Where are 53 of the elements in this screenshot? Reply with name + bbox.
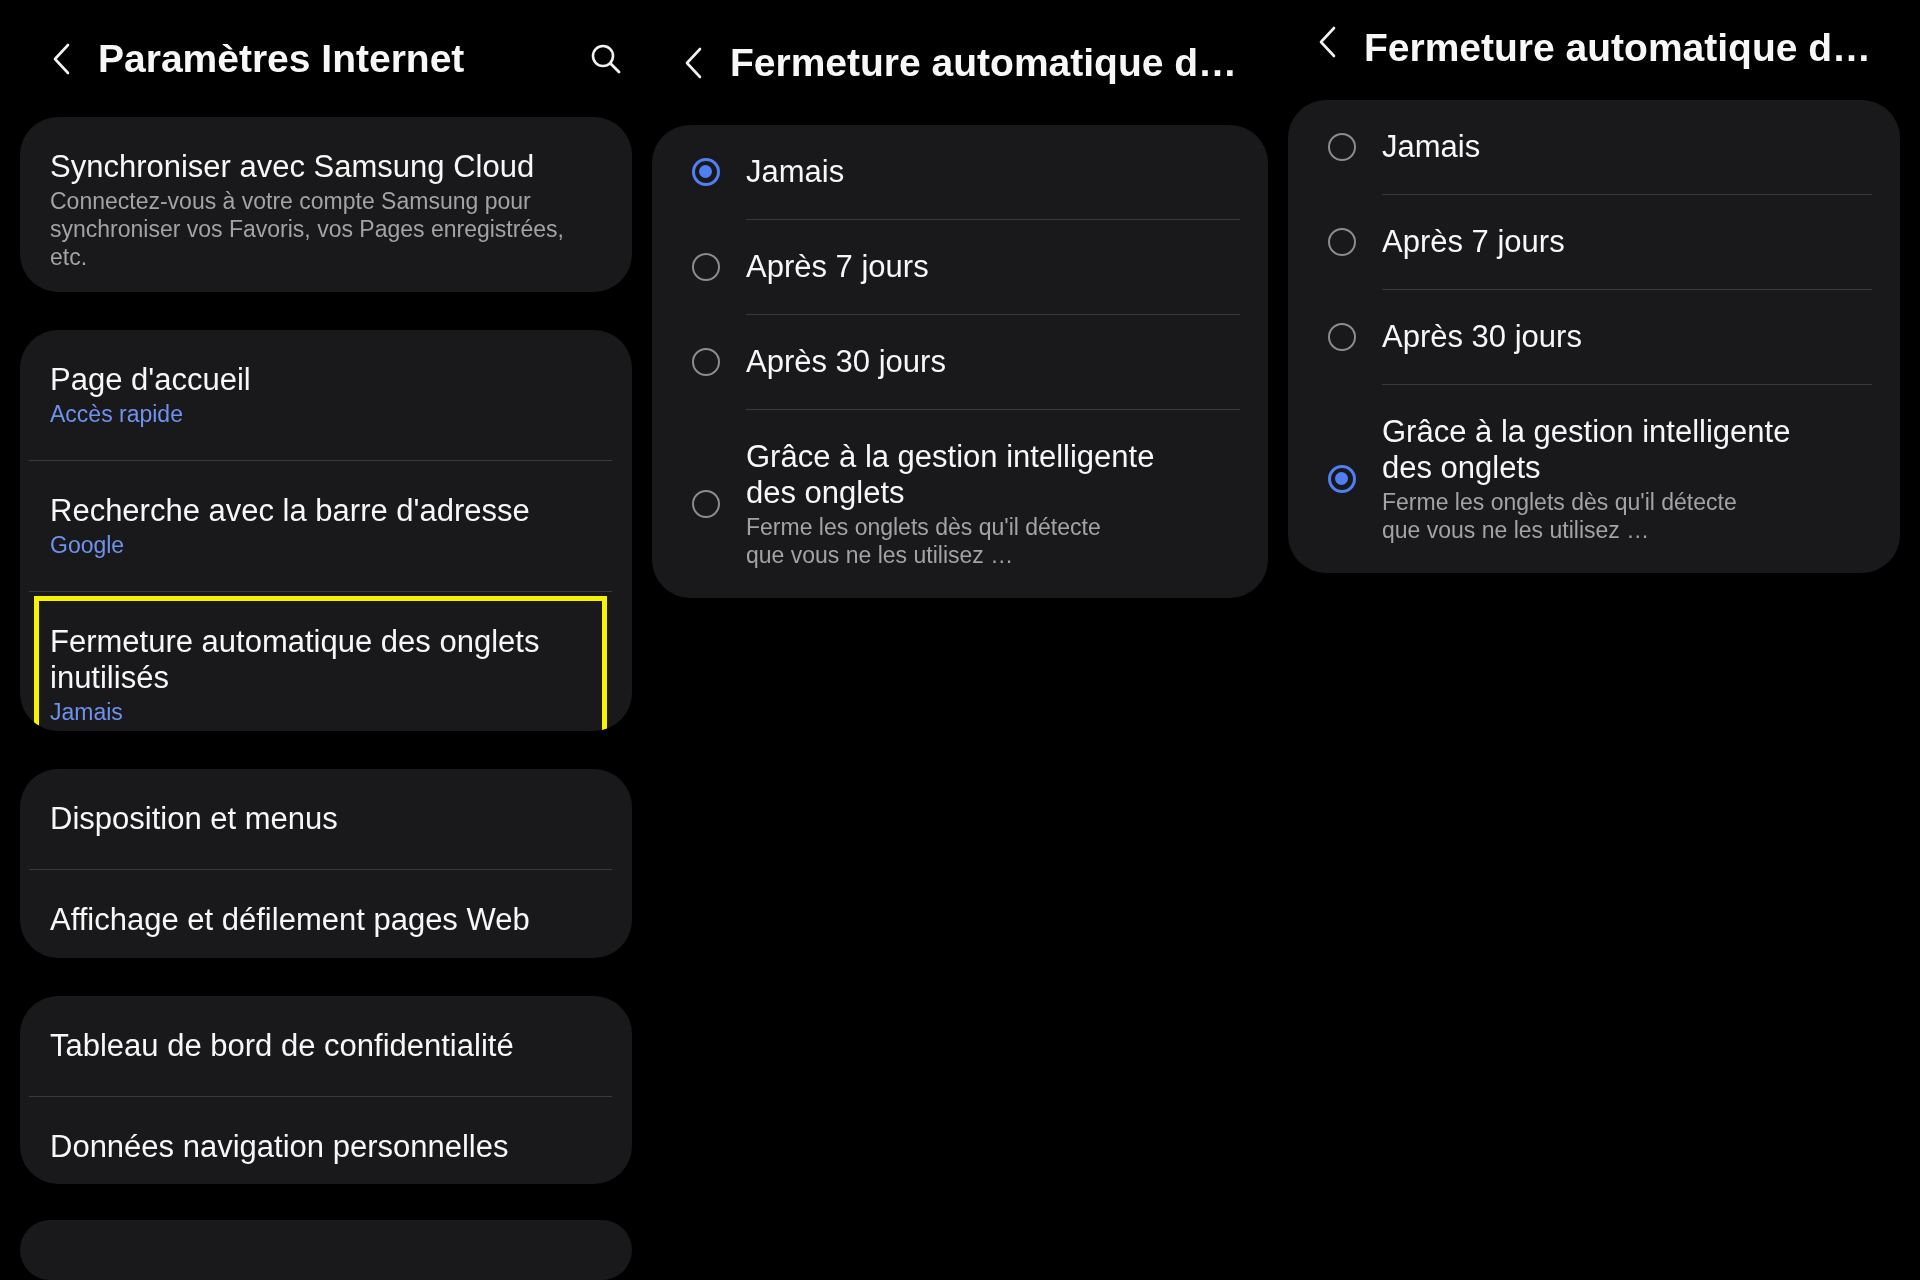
radio-button[interactable]	[692, 489, 720, 518]
option-label: Après 7 jours	[746, 249, 930, 285]
item-title: Données navigation personnelles	[50, 1128, 510, 1165]
radio-button[interactable]	[1328, 133, 1356, 161]
screen-title: Paramètres Internet	[98, 36, 466, 81]
option-item[interactable]: Jamais	[652, 125, 1268, 219]
option-item[interactable]: Après 7 jours	[1288, 194, 1900, 289]
option-item[interactable]: Grâce à la gestion intelligente des onglets Ferme les onglets dès qu'il détecte que vous ne les utilisez …	[1288, 384, 1900, 573]
radio-button[interactable]	[692, 252, 720, 281]
item-title: Synchroniser avec Samsung Cloud	[50, 149, 536, 186]
option-label: Jamais	[746, 154, 846, 190]
item-title: Recherche avec la barre d'adresse	[50, 492, 531, 529]
back-icon[interactable]	[684, 46, 704, 79]
item-value: Jamais	[50, 697, 124, 726]
search-icon[interactable]	[590, 42, 622, 75]
settings-item[interactable]: Synchroniser avec Samsung Cloud Connectez-vous à votre compte Samsung pour synchroniser vos Favoris, vos Pages enregistrées, etc.	[29, 117, 612, 292]
settings-item[interactable]: Affichage et défilement pages Web	[29, 869, 612, 958]
option-label: Après 30 jours	[1382, 319, 1583, 355]
radio-button[interactable]	[1328, 227, 1356, 256]
option-label: Grâce à la gestion intelligente des onglets	[1382, 414, 1792, 486]
back-icon[interactable]	[1318, 26, 1338, 58]
screen-title: Fermeture automatique d…	[1364, 26, 1873, 70]
radio-button[interactable]	[1328, 322, 1356, 351]
item-title: Tableau de bord de confidentialité	[50, 1027, 515, 1064]
settings-item[interactable]: Données navigation personnelles	[29, 1095, 612, 1184]
radio-button[interactable]	[692, 158, 720, 186]
settings-item[interactable]: Disposition et menus	[29, 769, 612, 869]
option-item[interactable]: Après 30 jours	[1288, 289, 1900, 384]
settings-item[interactable]: Page d'accueil Accès rapide	[29, 329, 612, 460]
item-title: Page d'accueil	[50, 361, 252, 398]
screen-title: Fermeture automatique d…	[730, 40, 1239, 85]
item-value: Google	[50, 530, 126, 559]
option-description: Ferme les onglets dès qu'il détecte que vous ne les utilisez …	[1382, 488, 1738, 544]
item-title: Affichage et défilement pages Web	[50, 902, 531, 938]
item-value: Accès rapide	[50, 399, 184, 428]
option-label: Après 30 jours	[746, 344, 947, 380]
radio-button[interactable]	[692, 347, 720, 376]
item-title: Fermeture automatique des onglets inutilisés	[50, 623, 541, 696]
item-title: Disposition et menus	[50, 801, 339, 837]
settings-item[interactable]: Recherche avec la barre d'adresse Google	[29, 459, 612, 591]
option-description: Ferme les onglets dès qu'il détecte que vous ne les utilisez …	[746, 513, 1102, 569]
option-label: Après 7 jours	[1382, 224, 1566, 260]
item-description: Connectez-vous à votre compte Samsung pour synchroniser vos Favoris, vos Pages enregistrées, etc.	[50, 187, 565, 272]
option-label: Grâce à la gestion intelligente des onglets	[746, 439, 1156, 511]
back-icon[interactable]	[52, 42, 72, 75]
option-item[interactable]: Jamais	[1288, 100, 1900, 194]
option-label: Jamais	[1382, 129, 1482, 165]
settings-item[interactable]: Fermeture automatique des onglets inutilisés Jamais	[29, 590, 612, 731]
option-item[interactable]: Après 7 jours	[652, 219, 1268, 314]
option-item[interactable]: Grâce à la gestion intelligente des onglets Ferme les onglets dès qu'il détecte que vous ne les utilisez …	[652, 409, 1268, 598]
settings-item[interactable]: Tableau de bord de confidentialité	[29, 995, 612, 1096]
radio-button[interactable]	[1328, 464, 1356, 493]
option-item[interactable]: Après 30 jours	[652, 314, 1268, 409]
